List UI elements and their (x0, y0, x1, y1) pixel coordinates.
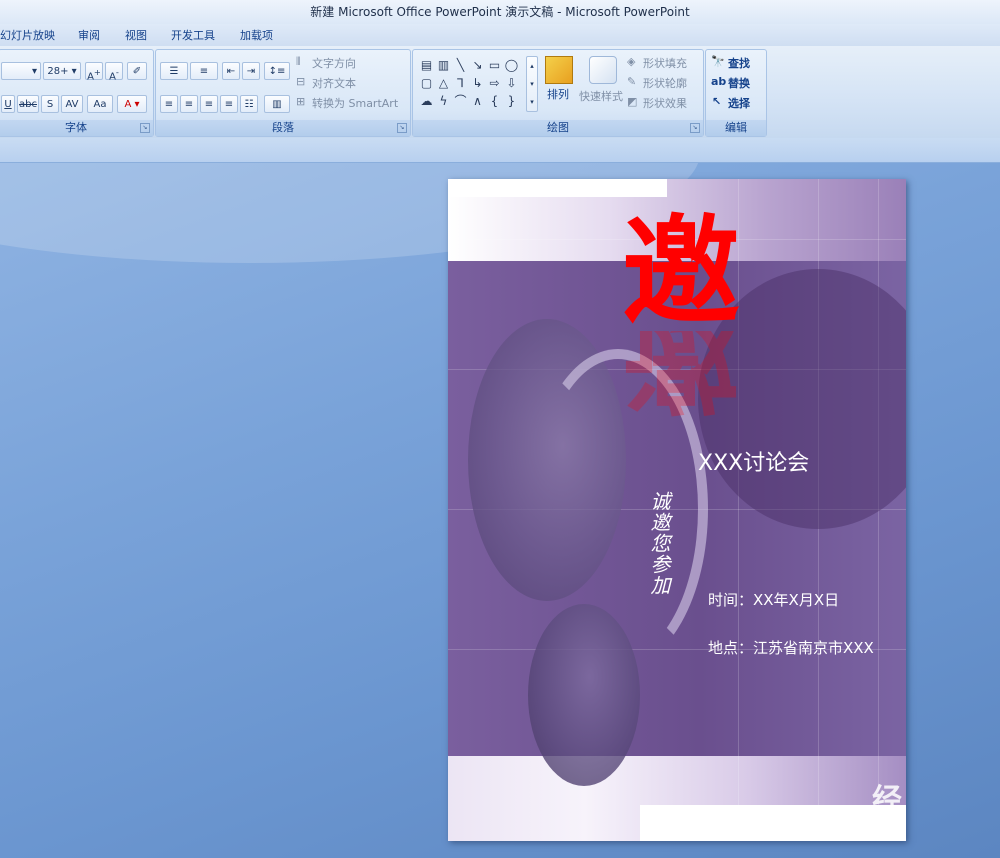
line-spacing-button[interactable]: ↕≡ (264, 62, 290, 80)
quick-styles-icon (589, 56, 617, 84)
drawing-dialog-launcher-icon[interactable]: ↘ (690, 123, 700, 133)
right-brace-shape-icon[interactable]: } (503, 92, 520, 110)
replace-button[interactable]: 替换 (728, 75, 750, 91)
drawing-group-label: 绘图 (413, 120, 703, 136)
align-left-button[interactable]: ≡ (160, 95, 178, 113)
elbow-connector-icon[interactable]: ⅂ (452, 74, 469, 92)
down-arrow-shape-icon[interactable]: ⇩ (503, 74, 520, 92)
slide-bottom-white-block (640, 805, 906, 841)
replace-icon: ab (711, 75, 727, 88)
columns-button[interactable]: ▥ (264, 95, 290, 113)
cloud-shape-icon[interactable]: ☁ (418, 92, 435, 110)
bullets-button[interactable]: ☰ (160, 62, 188, 80)
shape-effects-button[interactable]: 形状效果 (643, 95, 687, 111)
tab-view[interactable]: 视图 (125, 27, 147, 43)
shape-outline-button[interactable]: 形状轮廓 (643, 75, 687, 91)
event-title[interactable]: XXX讨论会 (698, 445, 809, 477)
strikethrough-button[interactable]: abc (17, 95, 39, 113)
arc-shape-icon[interactable]: ∧ (469, 92, 486, 110)
quick-styles-button[interactable]: 快速样式 (579, 88, 623, 104)
ribbon-tabs: 幻灯片放映 审阅 视图 开发工具 加载项 (0, 24, 1000, 46)
align-center-button[interactable]: ≡ (180, 95, 198, 113)
paragraph-dialog-launcher-icon[interactable]: ↘ (397, 123, 407, 133)
triangle-shape-icon[interactable]: △ (435, 74, 452, 92)
line-shape-icon[interactable]: ╲ (452, 56, 469, 74)
align-text-icon: ⊟ (296, 75, 306, 88)
slide-canvas[interactable]: 邀 邀 诚邀您参加 XXX讨论会 时间：XX年X月X日 地点：江苏省南京市XXX… (448, 179, 906, 841)
text-direction-icon: ⫴ (296, 55, 301, 68)
font-group: ▾ 28+ ▾ A+ A- ✐ U abc S AV Aa A ▾ 字体 ↘ (0, 49, 154, 137)
font-size-value: 28+ (47, 66, 69, 77)
globe-base-image (528, 604, 640, 786)
invite-big-character[interactable]: 邀 (616, 207, 746, 337)
slide-top-white-block (448, 179, 667, 197)
change-case-button[interactable]: Aa (87, 95, 113, 113)
watermark-logo: 经 (872, 783, 902, 818)
find-icon: 🔭 (711, 55, 725, 68)
editing-group-label: 编辑 (706, 120, 766, 136)
distributed-button[interactable]: ☷ (240, 95, 258, 113)
justify-button[interactable]: ≡ (220, 95, 238, 113)
grow-font-button[interactable]: A+ (85, 62, 103, 82)
font-size-dropdown[interactable]: 28+ ▾ (43, 62, 81, 80)
text-direction-button[interactable]: 文字方向 (312, 55, 356, 71)
oval-shape-icon[interactable]: ◯ (503, 56, 520, 74)
ribbon: ▾ 28+ ▾ A+ A- ✐ U abc S AV Aa A ▾ 字体 ↘ ☰… (0, 46, 1000, 139)
editing-group: 🔭 查找 ab 替换 ↖ 选择 编辑 (705, 49, 767, 137)
shape-effects-icon: ◩ (627, 95, 638, 108)
arrange-button[interactable]: 排列 (547, 86, 569, 102)
event-location[interactable]: 地点：江苏省南京市XXX (708, 637, 874, 658)
right-arrow-shape-icon[interactable]: ⇨ (486, 74, 503, 92)
font-color-button[interactable]: A ▾ (117, 95, 147, 113)
char-spacing-button[interactable]: AV (61, 95, 83, 113)
left-brace-shape-icon[interactable]: { (486, 92, 503, 110)
arrow-line-shape-icon[interactable]: ↘ (469, 56, 486, 74)
vertical-textbox-shape-icon[interactable]: ▥ (435, 56, 452, 74)
sincerely-invite-text[interactable]: 诚邀您参加 (647, 491, 674, 596)
decrease-indent-button[interactable]: ⇤ (222, 62, 240, 80)
font-dialog-launcher-icon[interactable]: ↘ (140, 123, 150, 133)
paragraph-group-label: 段落 (156, 120, 410, 136)
select-cursor-icon: ↖ (712, 95, 722, 108)
watermark-subtext: JIN (883, 815, 898, 828)
align-right-button[interactable]: ≡ (200, 95, 218, 113)
align-text-button[interactable]: 对齐文本 (312, 75, 356, 91)
convert-smartart-button[interactable]: 转换为 SmartArt (312, 95, 398, 111)
paragraph-group: ☰ ≡ ⇤ ⇥ ↕≡ ≡ ≡ ≡ ≡ ☷ ▥ ⫴ 文字方向 ⊟ 对齐文本 ⊞ 转… (155, 49, 411, 137)
curve-shape-icon[interactable]: ⌒ (452, 92, 469, 110)
drawing-group: ▤ ▥ ╲ ↘ ▭ ◯ ▢ △ ⅂ ↳ ⇨ ⇩ ☁ ϟ ⌒ ∧ { } ▴ ▾ ▾ … (412, 49, 704, 137)
shapes-gallery-scroll[interactable]: ▴ ▾ ▾ (526, 56, 538, 112)
invite-character-reflection: 邀 (621, 331, 740, 421)
text-shadow-button[interactable]: S (41, 95, 59, 113)
find-button[interactable]: 查找 (728, 55, 750, 71)
increase-indent-button[interactable]: ⇥ (242, 62, 260, 80)
tab-developer[interactable]: 开发工具 (171, 27, 215, 43)
window-title-bar: 新建 Microsoft Office PowerPoint 演示文稿 - Mi… (0, 0, 1000, 24)
shrink-font-button[interactable]: A- (105, 62, 123, 82)
rounded-rect-shape-icon[interactable]: ▢ (418, 74, 435, 92)
arrange-icon (545, 56, 573, 84)
shape-outline-icon: ✎ (627, 75, 637, 88)
shapes-gallery[interactable]: ▤ ▥ ╲ ↘ ▭ ◯ ▢ △ ⅂ ↳ ⇨ ⇩ ☁ ϟ ⌒ ∧ { } (418, 56, 522, 112)
numbering-button[interactable]: ≡ (190, 62, 218, 80)
elbow-arrow-icon[interactable]: ↳ (469, 74, 486, 92)
font-name-dropdown[interactable]: ▾ (1, 62, 41, 80)
shape-fill-icon: ◈ (627, 55, 636, 68)
slide-workspace: 邀 邀 诚邀您参加 XXX讨论会 时间：XX年X月X日 地点：江苏省南京市XXX… (0, 163, 1000, 858)
font-group-label: 字体 (0, 120, 153, 136)
smartart-icon: ⊞ (296, 95, 306, 108)
underline-button[interactable]: U (1, 95, 15, 113)
textbox-shape-icon[interactable]: ▤ (418, 56, 435, 74)
tab-addins[interactable]: 加载项 (240, 27, 273, 43)
shape-fill-button[interactable]: 形状填充 (643, 55, 687, 71)
lightning-shape-icon[interactable]: ϟ (435, 92, 452, 110)
ribbon-bottom-strip (0, 138, 1000, 163)
clear-format-icon[interactable]: ✐ (127, 62, 147, 80)
tab-slideshow[interactable]: 幻灯片放映 (0, 27, 55, 43)
rectangle-shape-icon[interactable]: ▭ (486, 56, 503, 74)
select-button[interactable]: 选择 (728, 95, 750, 111)
window-title: 新建 Microsoft Office PowerPoint 演示文稿 - Mi… (310, 5, 690, 19)
event-time[interactable]: 时间：XX年X月X日 (708, 589, 839, 610)
tab-review[interactable]: 审阅 (78, 27, 100, 43)
